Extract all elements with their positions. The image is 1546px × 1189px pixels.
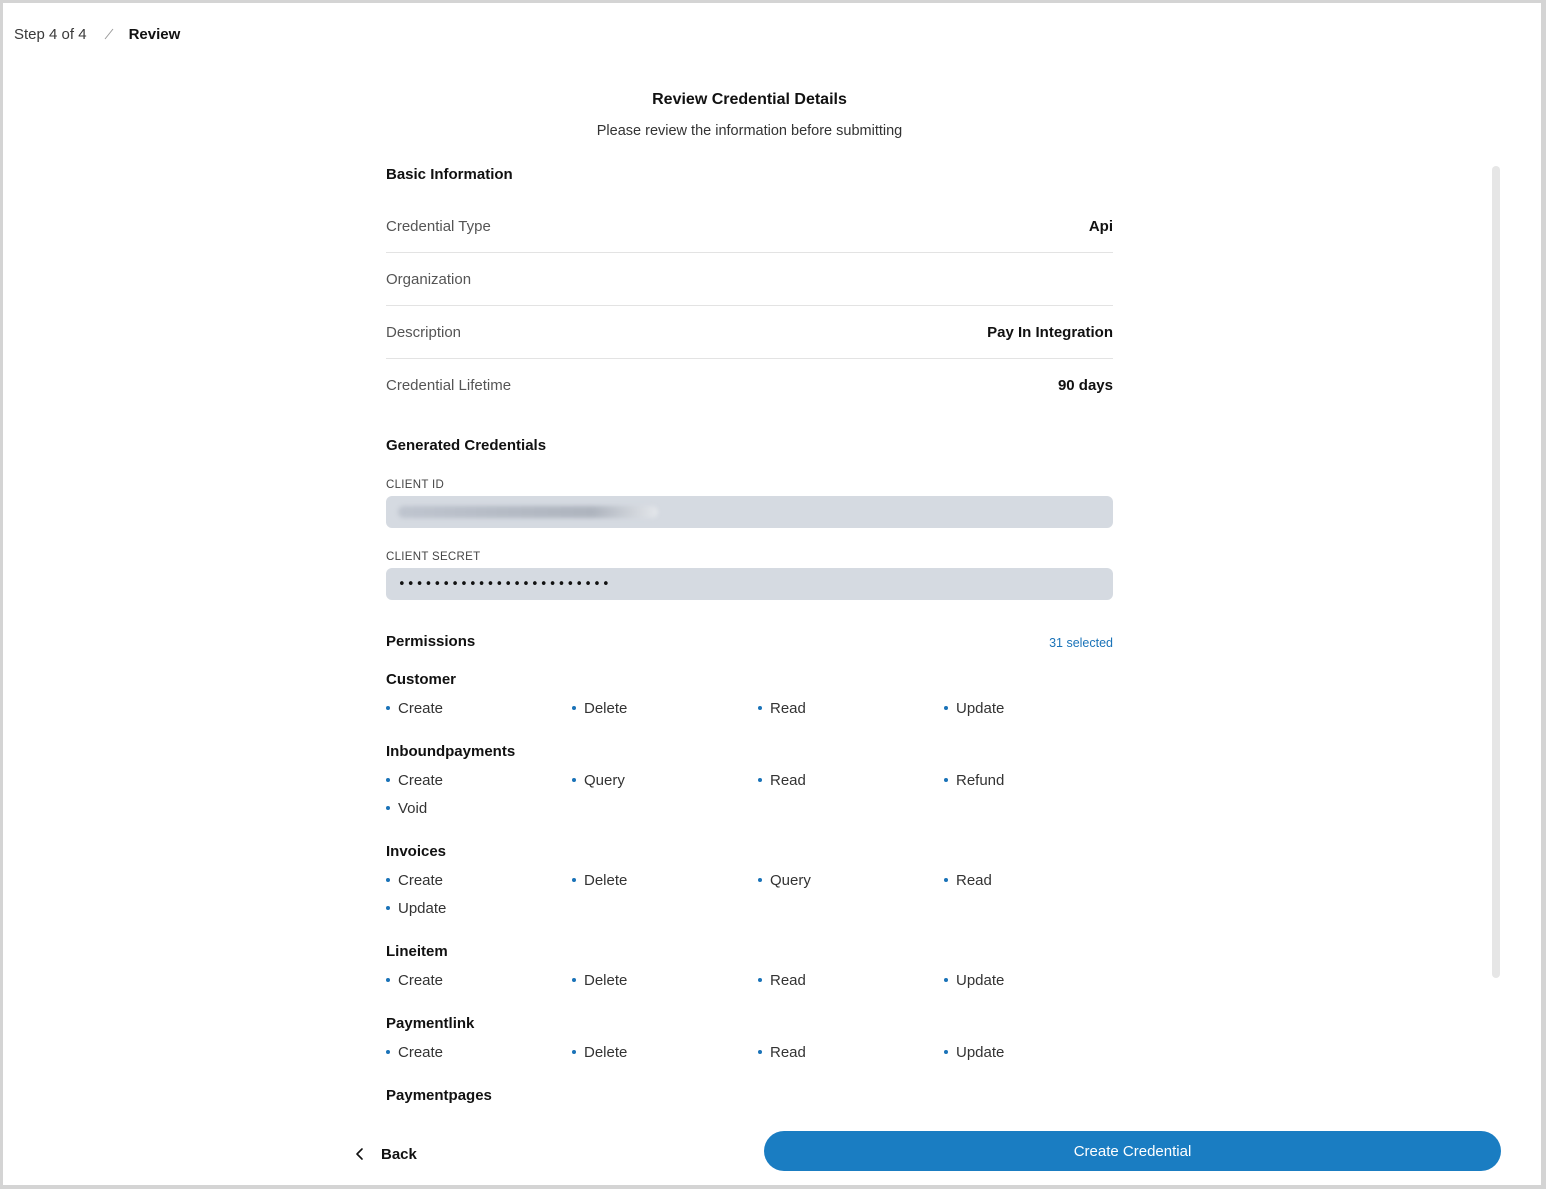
bullet-icon (572, 706, 576, 710)
permission-item: Create (386, 1043, 572, 1061)
bullet-icon (386, 706, 390, 710)
info-label: Organization (386, 270, 472, 288)
bullet-icon (572, 878, 576, 882)
bullet-icon (572, 978, 576, 982)
bullet-icon (386, 778, 390, 782)
basic-info-title: Basic Information (386, 166, 513, 183)
client-id-label: CLIENT ID (386, 479, 445, 491)
page-title: Review Credential Details (652, 91, 847, 108)
bullet-icon (386, 1050, 390, 1054)
permission-group-invoices: Invoices Create Delete Query Read Update (386, 843, 1113, 917)
redacted-value (398, 506, 658, 518)
bullet-icon (758, 878, 762, 882)
scrollbar[interactable] (1492, 166, 1500, 978)
info-row-credential-type: Credential Type Api (386, 200, 1113, 253)
bullet-icon (758, 1050, 762, 1054)
permission-item: Delete (572, 871, 758, 889)
bullet-icon (944, 878, 948, 882)
permission-item: Void (386, 799, 572, 817)
info-row-description: Description Pay In Integration (386, 306, 1113, 359)
bullet-icon (944, 778, 948, 782)
info-label: Credential Lifetime (386, 377, 512, 394)
permission-group-paymentpages: Paymentpages (386, 1087, 1113, 1113)
permission-group-title: Paymentpages (386, 1087, 492, 1104)
permission-group-title: Invoices (386, 843, 447, 860)
permission-item: Update (944, 699, 1113, 717)
permission-item: Refund (944, 771, 1113, 789)
create-credential-button[interactable]: Create Credential (764, 1131, 1501, 1171)
page-subtitle: Please review the information before sub… (596, 123, 903, 139)
breadcrumb: Step 4 of 4 Review (14, 23, 180, 45)
permission-group-title: Lineitem (386, 943, 448, 960)
permission-item: Create (386, 699, 572, 717)
permission-item: Delete (572, 1043, 758, 1061)
info-row-credential-lifetime: Credential Lifetime 90 days (386, 359, 1113, 412)
permission-item: Update (944, 1043, 1113, 1061)
permission-item: Read (758, 1043, 944, 1061)
bullet-icon (386, 878, 390, 882)
permission-group-title: Customer (386, 671, 457, 688)
permission-group-paymentlink: Paymentlink Create Delete Read Update (386, 1015, 1113, 1061)
bullet-icon (572, 1050, 576, 1054)
permissions-title: Permissions (386, 633, 476, 650)
permission-item: Create (386, 971, 572, 989)
permission-item: Query (758, 871, 944, 889)
permission-item: Update (386, 899, 572, 917)
permission-group-customer: Customer Create Delete Read Update (386, 671, 1113, 717)
permission-item: Read (758, 771, 944, 789)
client-secret-label: CLIENT SECRET (386, 551, 481, 563)
back-label: Back (381, 1145, 417, 1163)
info-value: Pay In Integration (987, 323, 1113, 341)
bullet-icon (758, 778, 762, 782)
permission-item: Delete (572, 699, 758, 717)
chevron-left-icon (355, 1147, 365, 1161)
breadcrumb-current: Review (128, 25, 181, 43)
permission-item: Delete (572, 971, 758, 989)
bullet-icon (758, 978, 762, 982)
permission-group-inboundpayments: Inboundpayments Create Query Read Refund… (386, 743, 1113, 817)
wizard-frame: Step 4 of 4 Review Review Credential Det… (3, 3, 1541, 1185)
review-scroll-area[interactable]: Basic Information Credential Type Api Or… (386, 163, 1113, 1113)
info-value: Api (1088, 217, 1113, 235)
info-label: Credential Type (386, 217, 491, 235)
bullet-icon (944, 978, 948, 982)
permission-item: Create (386, 771, 572, 789)
permission-item: Read (944, 871, 1113, 889)
permission-group-title: Paymentlink (386, 1015, 475, 1032)
permission-item: Read (758, 971, 944, 989)
bullet-icon (944, 706, 948, 710)
back-button[interactable]: Back (355, 1140, 417, 1168)
bullet-icon (386, 978, 390, 982)
bullet-icon (572, 778, 576, 782)
permission-group-title: Inboundpayments (386, 743, 516, 760)
info-row-organization: Organization (386, 253, 1113, 306)
info-label: Description (386, 323, 462, 341)
permission-item: Read (758, 699, 944, 717)
permissions-count: 31 selected (1049, 636, 1113, 650)
client-id-field[interactable] (386, 496, 1113, 528)
permission-group-lineitem: Lineitem Create Delete Read Update (386, 943, 1113, 989)
bullet-icon (386, 906, 390, 910)
bullet-icon (386, 806, 390, 810)
client-secret-field[interactable]: •••••••••••••••••••••••• (386, 568, 1113, 600)
generated-credentials-title: Generated Credentials (386, 437, 547, 454)
bullet-icon (758, 706, 762, 710)
permission-item: Query (572, 771, 758, 789)
slash-separator-icon (103, 28, 115, 40)
info-value: 90 days (1057, 377, 1113, 394)
breadcrumb-step: Step 4 of 4 (14, 25, 87, 43)
client-secret-value: •••••••••••••••••••••••• (398, 576, 611, 592)
permission-item: Update (944, 971, 1113, 989)
bullet-icon (944, 1050, 948, 1054)
permission-item: Create (386, 871, 572, 889)
